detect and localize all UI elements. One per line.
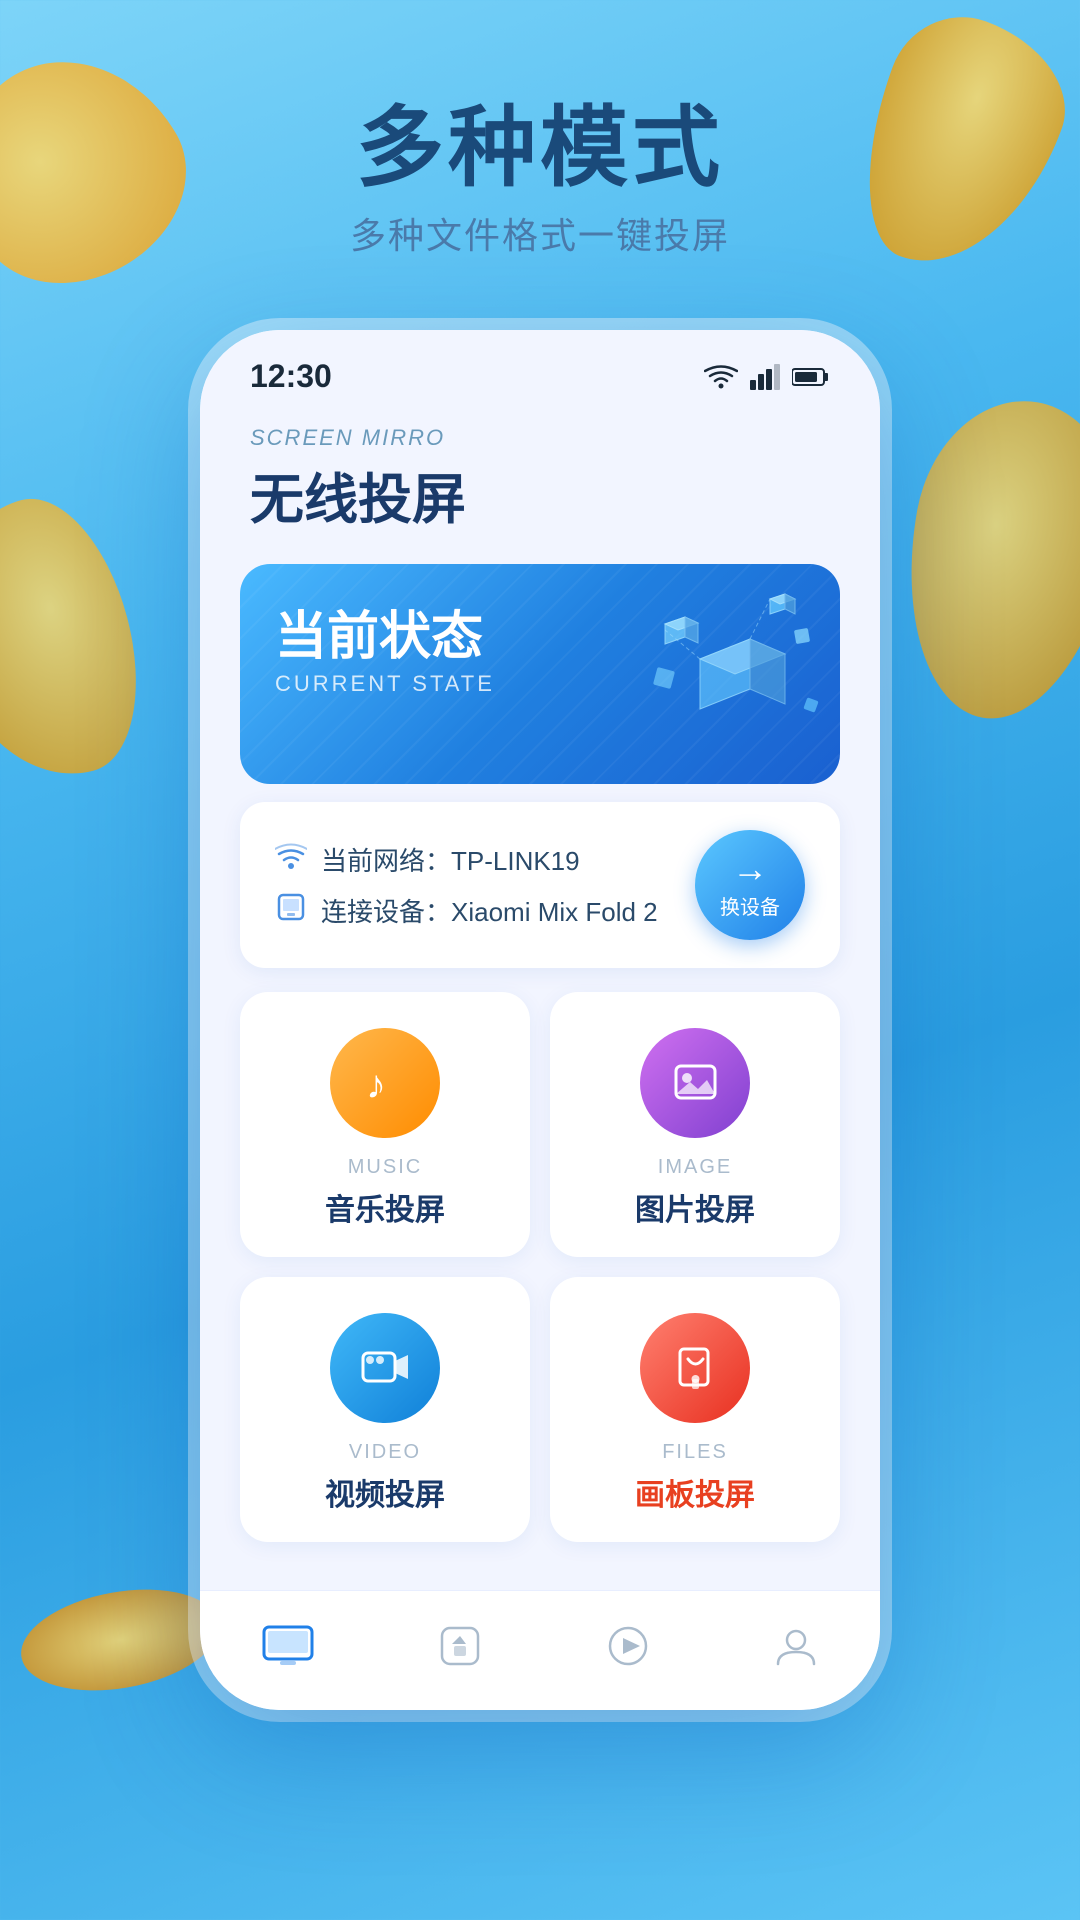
network-name: 当前网络：TP-LINK19: [321, 841, 580, 878]
image-en-label: IMAGE: [658, 1156, 732, 1179]
status-card-title: 当前状态: [275, 594, 805, 669]
network-row-wifi: 当前网络：TP-LINK19: [275, 841, 695, 878]
status-time: 12:30: [250, 358, 332, 395]
feature-grid: ♪ MUSIC 音乐投屏 IMAGE 图片投屏: [240, 992, 840, 1542]
network-row-device: 连接设备：Xiaomi Mix Fold 2: [275, 892, 695, 929]
app-header: SCREEN MIRRO 无线投屏: [200, 405, 880, 544]
music-icon-circle: ♪: [330, 1028, 440, 1138]
nav-screen-icon: [262, 1625, 314, 1667]
image-icon: [668, 1056, 723, 1111]
video-en-label: VIDEO: [349, 1441, 421, 1464]
wifi-icon: [704, 364, 738, 390]
device-name: 连接设备：Xiaomi Mix Fold 2: [321, 892, 658, 929]
nav-profile-icon: [774, 1624, 818, 1668]
music-icon: ♪: [358, 1056, 413, 1111]
network-info-box: 当前网络：TP-LINK19 连接设备：Xiaomi Mix Fold 2 →: [240, 802, 840, 968]
signal-icon: [750, 364, 780, 390]
files-icon-circle: [640, 1313, 750, 1423]
image-icon-circle: [640, 1028, 750, 1138]
header-title: 多种模式: [0, 100, 1080, 197]
app-title: 无线投屏: [250, 455, 830, 534]
header-subtitle: 多种文件格式一键投屏: [0, 207, 1080, 259]
nav-store-icon: [438, 1624, 482, 1668]
nav-video-icon: [606, 1624, 650, 1668]
music-zh-label: 音乐投屏: [325, 1185, 445, 1229]
status-card: 当前状态 CURRENT STATE: [240, 564, 840, 784]
device-icon: [275, 893, 307, 928]
battery-icon: [792, 366, 830, 388]
phone-inner: 12:30: [200, 330, 880, 1710]
network-details: 当前网络：TP-LINK19 连接设备：Xiaomi Mix Fold 2: [275, 841, 695, 929]
decoration-shape-left-mid: [0, 481, 163, 798]
app-subtitle: SCREEN MIRRO: [250, 425, 830, 451]
music-en-label: MUSIC: [348, 1156, 422, 1179]
switch-arrow-icon: →: [732, 851, 768, 887]
video-icon: [358, 1341, 413, 1396]
svg-text:♪: ♪: [366, 1063, 386, 1107]
switch-device-button[interactable]: → 换设备: [695, 830, 805, 940]
header-section: 多种模式 多种文件格式一键投屏: [0, 100, 1080, 259]
status-bar: 12:30: [200, 330, 880, 405]
files-en-label: FILES: [662, 1441, 728, 1464]
phone-mockup: 12:30: [200, 330, 880, 1710]
decoration-shape-bottom-left: [13, 1575, 227, 1704]
bottom-navigation: [200, 1590, 880, 1710]
decoration-shape-right-mid: [884, 385, 1080, 735]
feature-card-music[interactable]: ♪ MUSIC 音乐投屏: [240, 992, 530, 1257]
switch-button-label: 换设备: [720, 891, 780, 920]
feature-card-video[interactable]: VIDEO 视频投屏: [240, 1277, 530, 1542]
status-card-en-label: CURRENT STATE: [275, 671, 805, 697]
files-icon: [668, 1341, 723, 1396]
nav-item-profile[interactable]: [774, 1624, 818, 1668]
feature-card-files[interactable]: FILES 画板投屏: [550, 1277, 840, 1542]
files-zh-label: 画板投屏: [635, 1470, 755, 1514]
status-icons: [704, 364, 830, 390]
feature-card-image[interactable]: IMAGE 图片投屏: [550, 992, 840, 1257]
wifi-network-icon: [275, 842, 307, 877]
video-zh-label: 视频投屏: [325, 1470, 445, 1514]
nav-item-store[interactable]: [438, 1624, 482, 1668]
nav-item-video[interactable]: [606, 1624, 650, 1668]
nav-item-screen[interactable]: [262, 1625, 314, 1667]
image-zh-label: 图片投屏: [635, 1185, 755, 1229]
video-icon-circle: [330, 1313, 440, 1423]
